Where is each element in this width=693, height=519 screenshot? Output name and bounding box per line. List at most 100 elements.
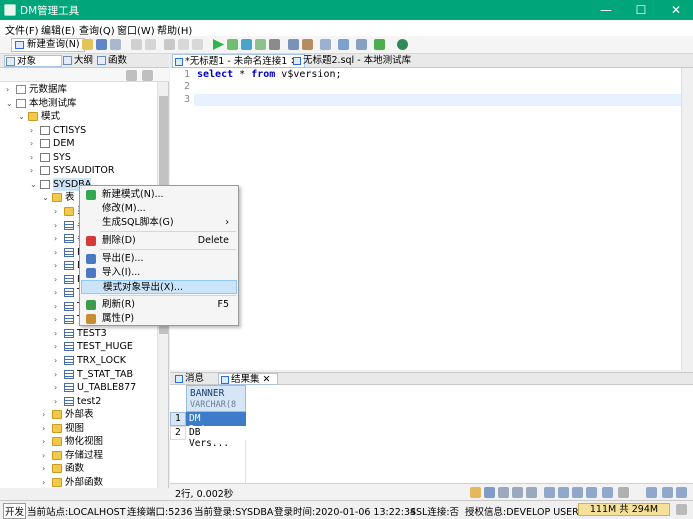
chevron-right-icon[interactable]: › (30, 124, 38, 137)
export-results-icon[interactable] (618, 487, 629, 498)
cancel-icon[interactable] (526, 487, 537, 498)
lock-icon[interactable] (470, 487, 481, 498)
print-preview-icon[interactable] (145, 39, 156, 50)
chevron-right-icon[interactable]: › (54, 232, 62, 245)
stop-icon[interactable] (269, 39, 280, 50)
rollback-icon[interactable] (302, 39, 313, 50)
chevron-down-icon[interactable]: ⌄ (6, 97, 14, 110)
chevron-right-icon[interactable]: › (30, 151, 38, 164)
column-header[interactable]: BANNER VARCHAR(8 (186, 385, 246, 412)
delete-row-icon[interactable] (498, 487, 509, 498)
chevron-right-icon[interactable]: › (42, 422, 50, 435)
connect-icon[interactable] (374, 39, 385, 50)
menu-item[interactable]: 刷新(R) F5 (81, 298, 237, 312)
chevron-right-icon[interactable]: › (54, 327, 62, 340)
code-line[interactable]: select * from v$version; (197, 69, 342, 80)
tab-editor-1[interactable]: *无标题1 - 未命名连接1 ✕ (172, 54, 306, 68)
chevron-right-icon[interactable]: › (54, 219, 62, 232)
chevron-right-icon[interactable]: › (30, 164, 38, 177)
execute-icon[interactable] (213, 39, 224, 50)
first-page-icon[interactable] (544, 487, 555, 498)
menu-item[interactable]: 生成SQL脚本(G) › (81, 216, 237, 230)
row-number[interactable]: 2 (170, 426, 186, 440)
minimize-button[interactable]: — (589, 0, 623, 20)
menu-edit[interactable]: 编辑(E) (41, 22, 75, 37)
chevron-right-icon[interactable]: › (54, 395, 62, 408)
chevron-right-icon[interactable]: › (54, 368, 62, 381)
confirm-icon[interactable] (512, 487, 523, 498)
table-cell-selected[interactable]: DM Data... (186, 412, 246, 435)
debug-icon[interactable] (255, 39, 266, 50)
chevron-right-icon[interactable]: › (54, 259, 62, 272)
tab-editor-2[interactable]: 无标题2.sql - 本地测试库 (291, 54, 417, 68)
tab-functions[interactable]: 函数 (96, 55, 127, 67)
chevron-right-icon[interactable]: › (42, 435, 50, 448)
chevron-right-icon[interactable]: › (54, 205, 62, 218)
chevron-right-icon[interactable]: › (54, 286, 62, 299)
prev-page-icon[interactable] (558, 487, 569, 498)
chevron-right-icon[interactable]: › (6, 83, 14, 96)
save-icon[interactable] (96, 39, 107, 50)
paste-icon[interactable] (192, 39, 203, 50)
table-cell[interactable]: DB Vers... (186, 426, 246, 449)
chevron-right-icon[interactable]: › (30, 137, 38, 150)
next-page-icon[interactable] (572, 487, 583, 498)
print-icon[interactable] (131, 39, 142, 50)
menu-item[interactable]: 新建模式(N)... (81, 188, 237, 202)
tab-resultset[interactable]: 结果集 ✕ (218, 373, 278, 385)
chevron-right-icon[interactable]: › (54, 273, 62, 286)
cut-icon[interactable] (164, 39, 175, 50)
commit-icon[interactable] (288, 39, 299, 50)
explain-icon[interactable] (241, 39, 252, 50)
chevron-down-icon[interactable]: ⌄ (30, 178, 38, 191)
menu-item[interactable]: 导入(I)... (81, 266, 237, 280)
chevron-right-icon[interactable]: › (42, 449, 50, 462)
chevron-right-icon[interactable]: › (42, 408, 50, 421)
add-row-icon[interactable] (484, 487, 495, 498)
chevron-right-icon[interactable]: › (54, 381, 62, 394)
settings-icon[interactable] (676, 487, 687, 498)
maximize-button[interactable]: ☐ (624, 0, 658, 20)
copy-icon[interactable] (178, 39, 189, 50)
new-query-button[interactable]: 新建查询(N) (11, 38, 85, 52)
refresh-results-icon[interactable] (602, 487, 613, 498)
menu-query[interactable]: 查询(Q) (79, 22, 115, 37)
menu-item[interactable]: 删除(D) Delete (81, 234, 237, 248)
chevron-right-icon[interactable]: › (54, 313, 62, 326)
options-icon[interactable] (356, 39, 367, 50)
menu-item[interactable]: 属性(P) (81, 312, 237, 326)
execute-plan-icon[interactable] (227, 39, 238, 50)
collapse-all-icon[interactable] (126, 70, 137, 81)
chevron-down-icon[interactable]: ⌄ (42, 191, 50, 204)
menu-item[interactable]: 修改(M)... (81, 202, 237, 216)
format-icon[interactable] (320, 39, 331, 50)
link-icon[interactable] (142, 70, 153, 81)
memory-indicator[interactable]: 111M 共 294M (578, 503, 670, 516)
editor-scrollbar[interactable] (681, 68, 693, 370)
chevron-right-icon[interactable]: › (54, 340, 62, 353)
menu-item[interactable]: 导出(E)... (81, 252, 237, 266)
open-icon[interactable] (82, 39, 93, 50)
grid-icon[interactable] (338, 39, 349, 50)
row-number[interactable]: 1 (170, 412, 186, 426)
columns-icon[interactable] (662, 487, 673, 498)
chevron-right-icon[interactable]: › (42, 476, 50, 489)
bug-icon[interactable] (397, 39, 408, 50)
save-all-icon[interactable] (110, 39, 121, 50)
menu-help[interactable]: 帮助(H) (157, 22, 192, 37)
gc-icon[interactable] (676, 504, 687, 515)
tab-outline[interactable]: 大纲 (62, 55, 93, 67)
close-button[interactable]: ✕ (659, 0, 693, 20)
filter-icon[interactable] (646, 487, 657, 498)
chevron-right-icon[interactable]: › (42, 462, 50, 475)
tab-objects[interactable]: 对象 (4, 55, 62, 67)
chevron-down-icon[interactable]: ⌄ (18, 110, 26, 123)
last-page-icon[interactable] (586, 487, 597, 498)
chevron-right-icon[interactable]: › (54, 246, 62, 259)
sql-editor[interactable]: 1 2 3 select * from v$version; (170, 68, 693, 370)
tab-messages[interactable]: 消息 (173, 373, 210, 385)
menu-item[interactable]: 模式对象导出(X)... (81, 280, 237, 294)
menu-file[interactable]: 文件(F) (5, 22, 39, 37)
menu-window[interactable]: 窗口(W) (117, 22, 155, 37)
chevron-right-icon[interactable]: › (54, 300, 62, 313)
